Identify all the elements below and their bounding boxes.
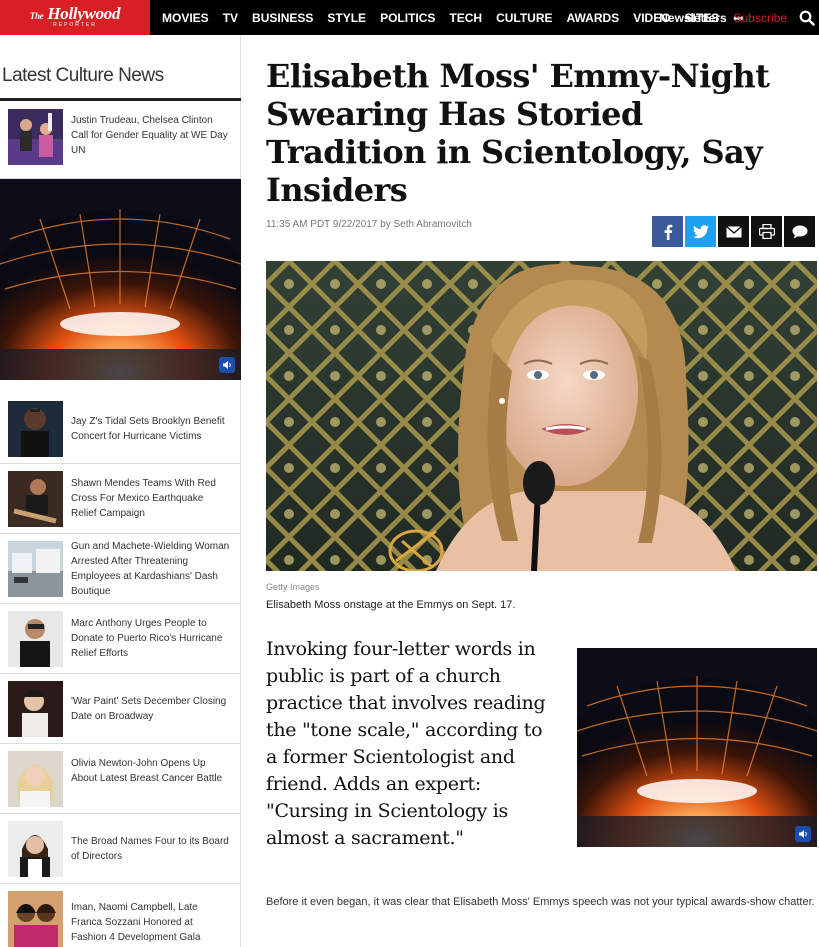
news-headline: Marc Anthony Urges People to Donate to P… [71, 618, 223, 659]
sidebar-news-item[interactable]: Iman, Naomi Campbell, Late Franca Sozzan… [0, 884, 241, 947]
article-byline: 11:35 AM PDT 9/22/2017 by Seth Abramovit… [266, 219, 472, 230]
hero-image [266, 261, 817, 571]
article-body: Before it even began, it was clear that … [266, 896, 815, 908]
nav-item-tv[interactable]: TV [223, 11, 238, 25]
news-thumbnail [8, 541, 63, 597]
news-headline: Shawn Mendes Teams With Red Cross For Me… [71, 478, 216, 519]
print-button[interactable] [751, 216, 782, 247]
news-thumbnail [8, 471, 63, 527]
volume-icon[interactable] [795, 826, 811, 842]
news-headline: 'War Paint' Sets December Closing Date o… [71, 696, 227, 722]
volume-icon[interactable] [219, 357, 235, 373]
hero-photo [266, 261, 817, 571]
comment-button[interactable] [784, 216, 815, 247]
nav-item-politics[interactable]: POLITICS [380, 11, 435, 25]
sidebar-news-item[interactable]: The Broad Names Four to its Board of Dir… [0, 814, 241, 884]
search-icon[interactable] [799, 10, 815, 26]
article-dek: Invoking four-letter words in public is … [266, 638, 546, 849]
sidebar-news-item[interactable]: Gun and Machete-Wielding Woman Arrested … [0, 534, 241, 604]
subscribe-link[interactable]: Subscribe [734, 11, 787, 25]
inline-video-player[interactable] [577, 648, 817, 847]
news-thumbnail [8, 751, 63, 807]
sidebar-news-item[interactable]: Olivia Newton-John Opens Up About Latest… [0, 744, 241, 814]
nav-item-business[interactable]: BUSINESS [252, 11, 313, 25]
sidebar-news-item[interactable]: Shawn Mendes Teams With Red Cross For Me… [0, 464, 241, 534]
email-icon [725, 225, 742, 237]
news-headline: Justin Trudeau, Chelsea Clinton Call for… [71, 115, 228, 156]
site-logo[interactable]: The Hollywood REPORTER [0, 0, 150, 35]
sidebar-news-item[interactable]: Jay Z's Tidal Sets Brooklyn Benefit Conc… [0, 394, 241, 464]
email-share-button[interactable] [718, 216, 749, 247]
facebook-icon [664, 224, 672, 240]
video-thumbnail [577, 648, 817, 847]
news-thumbnail [8, 109, 63, 165]
news-headline: Olivia Newton-John Opens Up About Latest… [71, 758, 223, 784]
nav-item-movies[interactable]: MOVIES [162, 11, 209, 25]
sidebar-news-item[interactable]: Justin Trudeau, Chelsea Clinton Call for… [0, 101, 241, 179]
news-thumbnail [8, 611, 63, 667]
twitter-share-button[interactable] [685, 216, 716, 247]
nav-item-awards[interactable]: AWARDS [567, 11, 620, 25]
nav-menu: MOVIES TV BUSINESS STYLE POLITICS TECH C… [162, 0, 744, 35]
nav-item-style[interactable]: STYLE [327, 11, 366, 25]
sidebar-video-player[interactable] [0, 179, 241, 380]
facebook-share-button[interactable] [652, 216, 683, 247]
news-headline: Jay Z's Tidal Sets Brooklyn Benefit Conc… [71, 416, 225, 442]
sidebar-title: Latest Culture News [2, 65, 164, 86]
sidebar-news-item[interactable]: Marc Anthony Urges People to Donate to P… [0, 604, 241, 674]
sidebar: Latest Culture News Justin Trudeau, Chel… [0, 35, 241, 947]
top-nav: The Hollywood REPORTER MOVIES TV BUSINES… [0, 0, 819, 35]
share-bar [652, 216, 815, 247]
print-icon [758, 224, 775, 239]
newsletters-link[interactable]: Newsletters [659, 11, 726, 25]
logo-sub: REPORTER [53, 22, 97, 28]
article-headline: Elisabeth Moss' Emmy-Night Swearing Has … [266, 57, 770, 209]
news-headline: Gun and Machete-Wielding Woman Arrested … [71, 541, 230, 597]
logo-wordmark: The Hollywood [29, 4, 121, 23]
nav-item-tech[interactable]: TECH [449, 11, 482, 25]
video-thumbnail [0, 179, 241, 380]
news-thumbnail [8, 821, 63, 877]
news-thumbnail [8, 401, 63, 457]
twitter-icon [692, 224, 709, 238]
news-thumbnail [8, 891, 63, 947]
news-headline: Iman, Naomi Campbell, Late Franca Sozzan… [71, 902, 201, 943]
comment-icon [792, 225, 807, 238]
photo-caption: Elisabeth Moss onstage at the Emmys on S… [266, 599, 516, 611]
sidebar-news-item[interactable]: 'War Paint' Sets December Closing Date o… [0, 674, 241, 744]
photo-credit: Getty Images [266, 582, 320, 592]
news-thumbnail [8, 681, 63, 737]
nav-item-culture[interactable]: CULTURE [496, 11, 552, 25]
nav-right: Newsletters Subscribe [659, 0, 815, 35]
news-headline: The Broad Names Four to its Board of Dir… [71, 836, 229, 862]
